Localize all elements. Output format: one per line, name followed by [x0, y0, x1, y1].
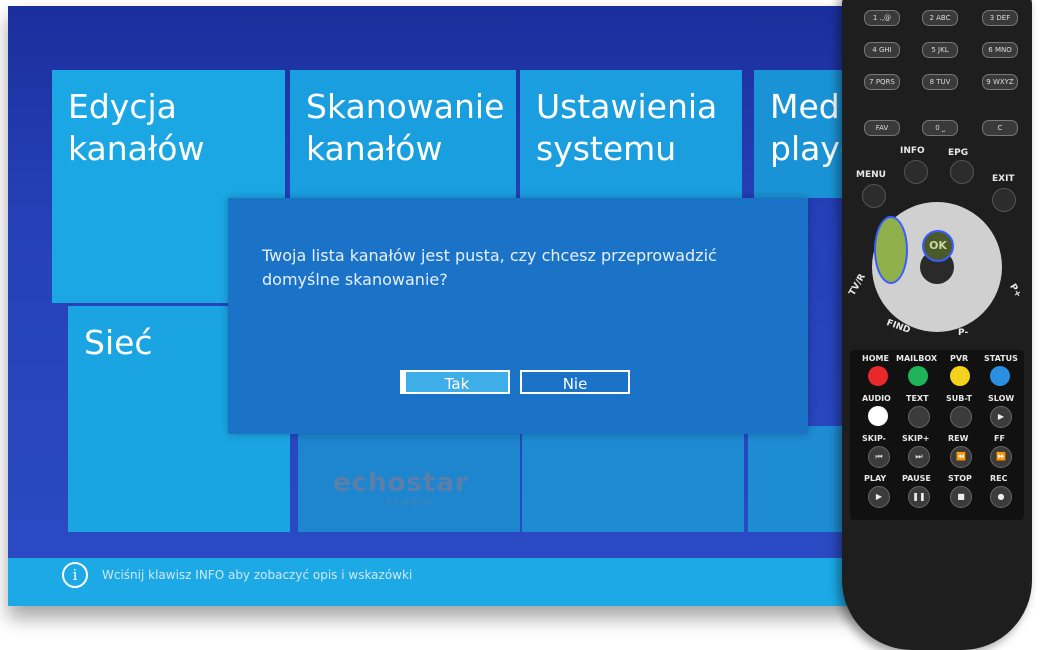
home-label: HOME: [862, 354, 889, 363]
subtitle-key[interactable]: [950, 406, 972, 428]
p-plus-label: P+: [1007, 282, 1023, 300]
record-key[interactable]: ●: [990, 486, 1012, 508]
pause-key[interactable]: ❚❚: [908, 486, 930, 508]
epg-key-label: EPG: [948, 148, 969, 158]
status-label: STATUS: [984, 354, 1018, 363]
audio-key[interactable]: [868, 406, 888, 426]
key-1[interactable]: 1 .,@: [864, 10, 900, 26]
pause-label: PAUSE: [902, 474, 931, 483]
menu-key[interactable]: [862, 184, 886, 208]
info-icon: i: [62, 562, 88, 588]
yes-button[interactable]: Tak: [400, 370, 510, 394]
skip-forward-key[interactable]: ⏭: [908, 446, 930, 468]
key-fav[interactable]: FAV: [864, 120, 900, 136]
left-arrow-key[interactable]: [874, 216, 908, 284]
epg-key[interactable]: [950, 160, 974, 184]
play-label: PLAY: [864, 474, 887, 483]
key-3[interactable]: 3 DEF: [982, 10, 1018, 26]
skip-minus-label: SKIP-: [862, 434, 886, 443]
rewind-key[interactable]: ⏪: [950, 446, 972, 468]
key-8[interactable]: 8 TUV: [922, 74, 958, 90]
tv-screen: Edycja kanałów Skanowanie kanałów Ustawi…: [8, 6, 868, 606]
pvr-label: PVR: [950, 354, 969, 363]
tile-lower-3[interactable]: [522, 426, 744, 532]
dialog-message: Twoja lista kanałów jest pusta, czy chce…: [262, 246, 717, 289]
play-key[interactable]: ▶: [868, 486, 890, 508]
green-key[interactable]: [908, 366, 928, 386]
red-key[interactable]: [868, 366, 888, 386]
key-0[interactable]: 0 ⎵: [922, 120, 958, 136]
no-button[interactable]: Nie: [520, 370, 630, 394]
rew-label: REW: [948, 434, 969, 443]
text-key[interactable]: [908, 406, 930, 428]
stop-label: STOP: [948, 474, 972, 483]
echostar-logo-sub: STUDIO: [386, 498, 435, 507]
tile-system-settings[interactable]: Ustawienia systemu: [520, 70, 742, 198]
key-9[interactable]: 9 WXYZ: [982, 74, 1018, 90]
skip-back-key[interactable]: ⏮: [868, 446, 890, 468]
blue-key[interactable]: [990, 366, 1010, 386]
skip-plus-label: SKIP+: [902, 434, 930, 443]
info-hint-text: Wciśnij klawisz INFO aby zobaczyć opis i…: [102, 568, 413, 582]
audio-label: AUDIO: [862, 394, 891, 403]
exit-key[interactable]: [992, 188, 1016, 212]
key-5[interactable]: 5 JKL: [922, 42, 958, 58]
fast-forward-key[interactable]: ⏩: [990, 446, 1012, 468]
key-c[interactable]: C: [982, 120, 1018, 136]
rec-label: REC: [990, 474, 1008, 483]
key-7[interactable]: 7 PQRS: [864, 74, 900, 90]
subt-label: SUB-T: [946, 394, 972, 403]
text-label: TEXT: [906, 394, 929, 403]
slow-label: SLOW: [988, 394, 1015, 403]
ok-key[interactable]: OK: [922, 230, 954, 262]
key-4[interactable]: 4 GHI: [864, 42, 900, 58]
tv-radio-label: TV/R: [847, 272, 868, 298]
info-key[interactable]: [904, 160, 928, 184]
mailbox-label: MAILBOX: [896, 354, 938, 363]
p-minus-label: P-: [958, 328, 969, 338]
stop-key[interactable]: ■: [950, 486, 972, 508]
slow-key[interactable]: ▶: [990, 406, 1012, 428]
echostar-logo: echostar: [333, 468, 469, 498]
info-bar: i Wciśnij klawisz INFO aby zobaczyć opis…: [8, 558, 868, 606]
tile-channel-scanning[interactable]: Skanowanie kanałów: [290, 70, 516, 198]
info-key-label: INFO: [900, 146, 925, 156]
key-2[interactable]: 2 ABC: [922, 10, 958, 26]
remote-control: 1 .,@ 2 ABC 3 DEF 4 GHI 5 JKL 6 MNO 7 PQ…: [842, 0, 1032, 650]
empty-channel-list-dialog: Twoja lista kanałów jest pusta, czy chce…: [228, 198, 808, 434]
menu-key-label: MENU: [856, 170, 886, 180]
key-6[interactable]: 6 MNO: [982, 42, 1018, 58]
exit-key-label: EXIT: [992, 174, 1015, 184]
ff-label: FF: [994, 434, 1005, 443]
yellow-key[interactable]: [950, 366, 970, 386]
